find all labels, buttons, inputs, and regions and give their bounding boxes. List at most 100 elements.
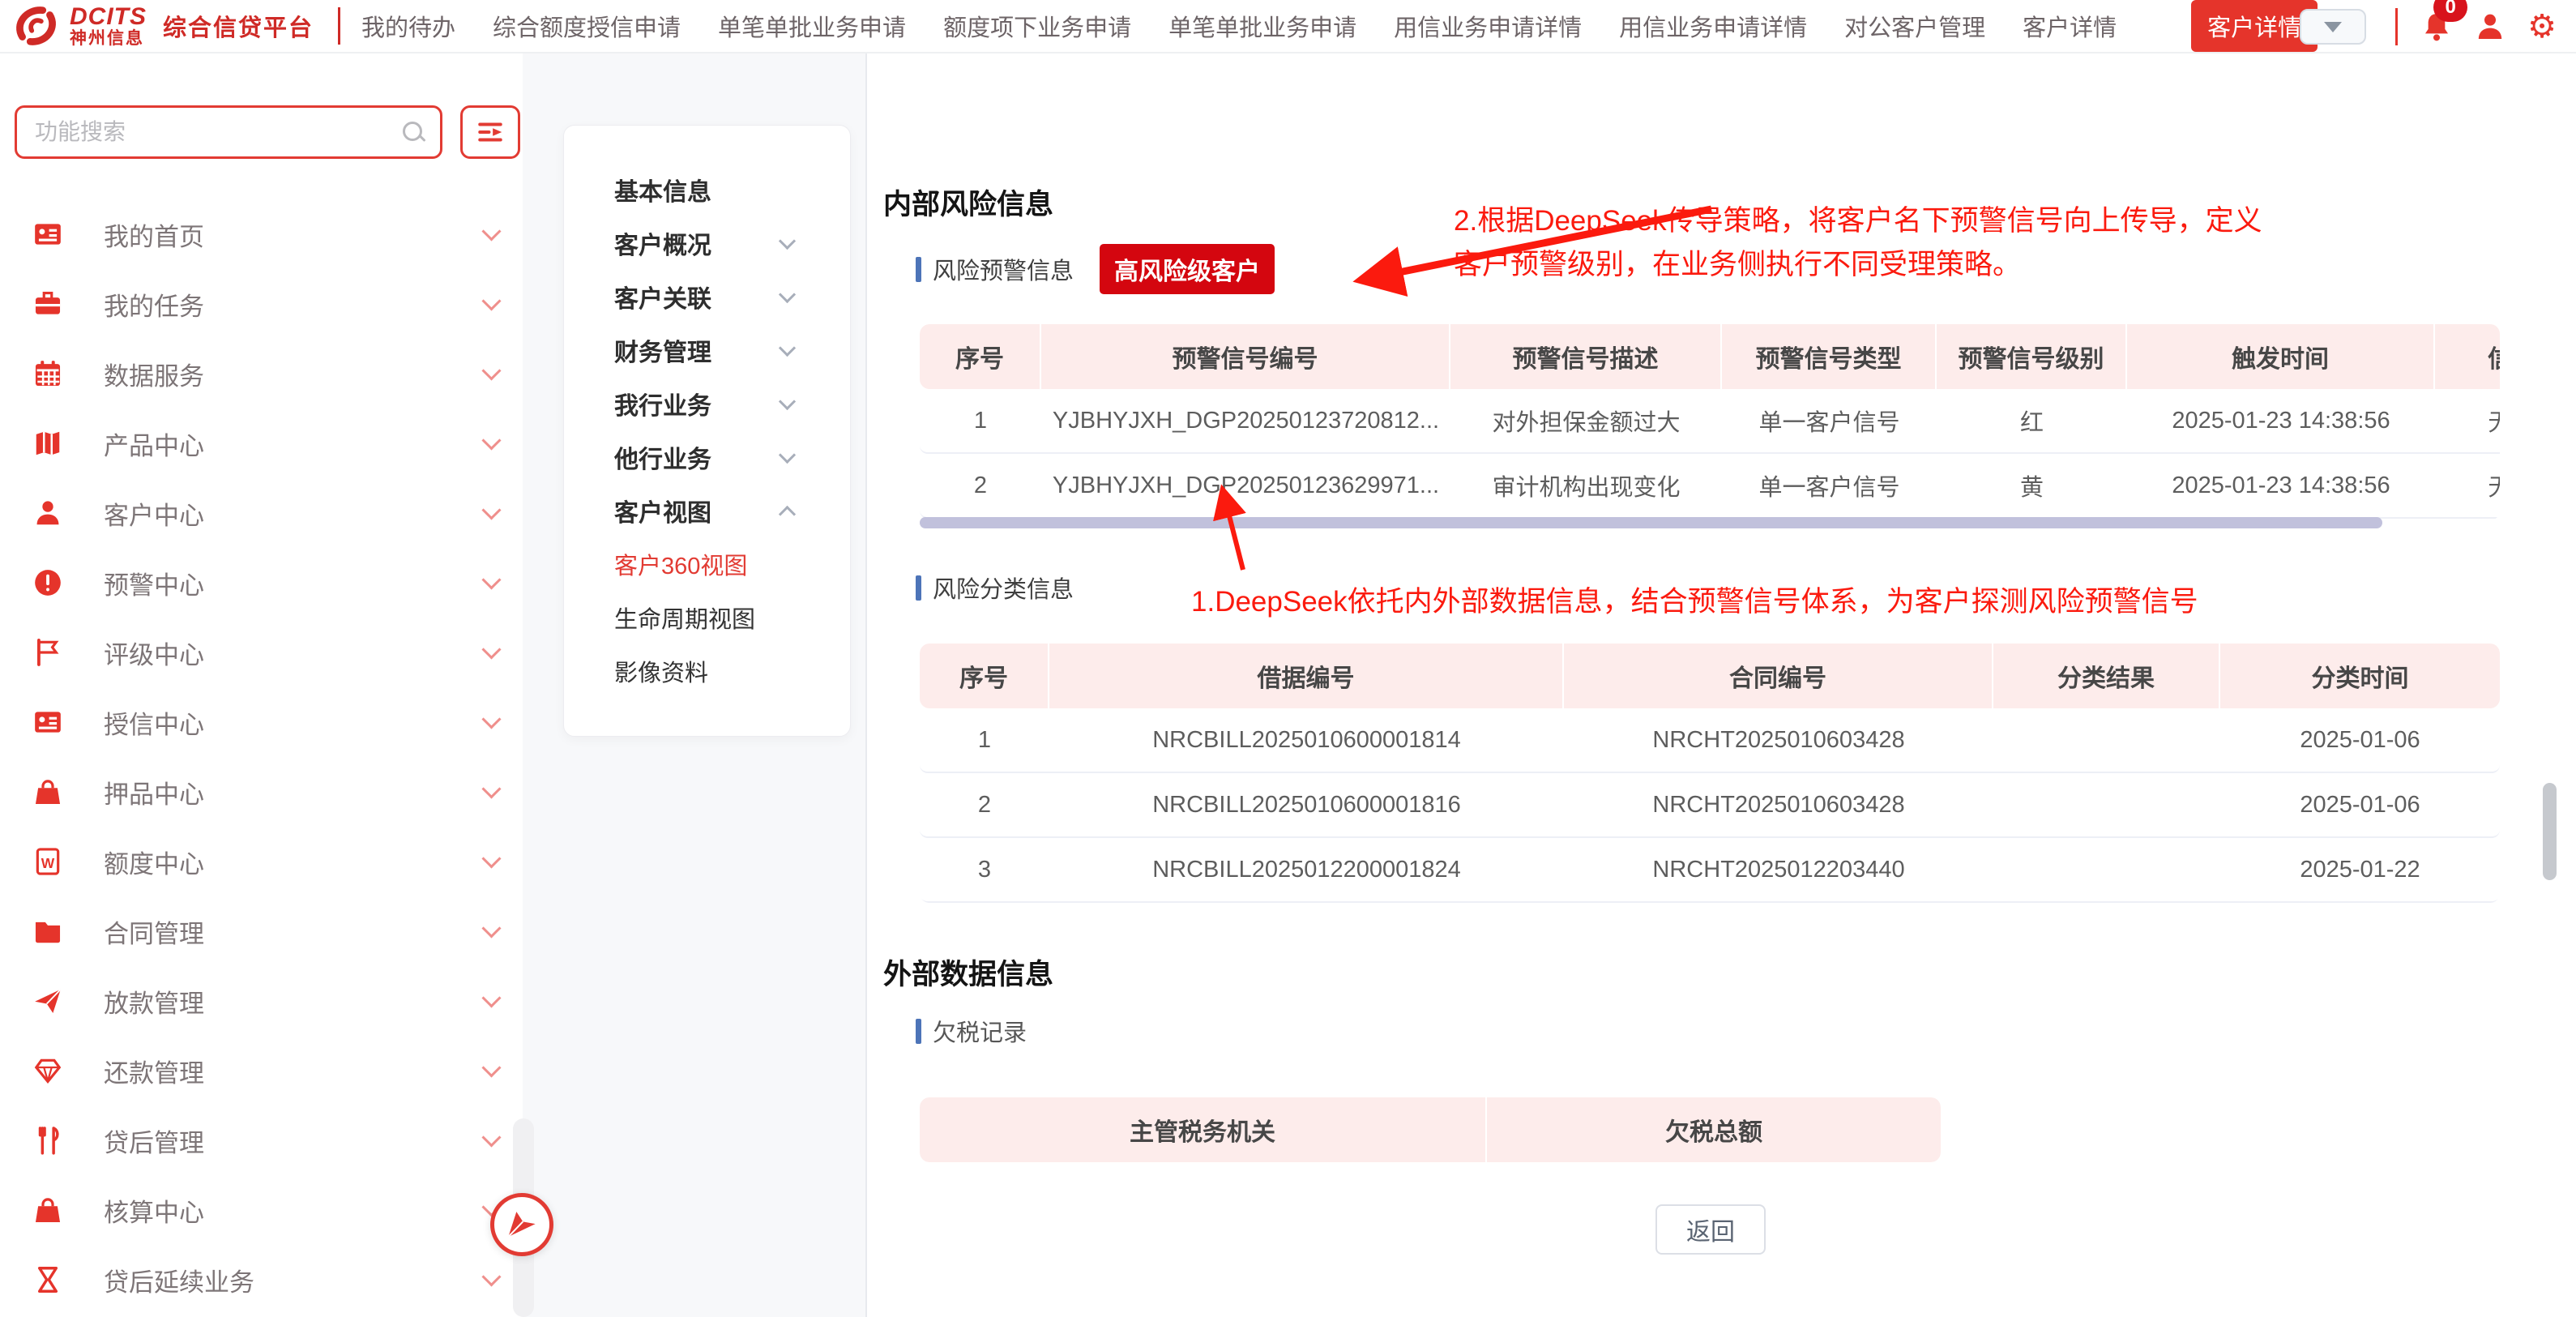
sidebar-item-disbursement-mgmt[interactable]: 放款管理 [0, 966, 523, 1036]
submenu-item-customer-view[interactable]: 客户视图 [614, 484, 850, 537]
sidebar-item-collateral-center[interactable]: 押品中心 [0, 757, 523, 827]
sidebar-item-limit-center[interactable]: 额度中心 [0, 827, 523, 896]
tax-subheader: 欠税记录 [916, 1014, 1027, 1048]
submenu-item-customer-relations[interactable]: 客户关联 [614, 270, 850, 323]
nav-item-single-batch-apply[interactable]: 单笔单批业务申请 [718, 9, 906, 43]
annotation-1: 1.DeepSeek依托内外部数据信息，结合预警信号体系，为客户探测风险预警信号 [1191, 580, 2198, 624]
nav-item-under-limit-apply[interactable]: 额度项下业务申请 [943, 9, 1131, 43]
search-icon [401, 120, 425, 144]
brand-company-cn: 神州信息 [70, 30, 147, 48]
section-title-external-data: 外部数据信息 [883, 951, 1053, 993]
nav-item-credit-use-detail[interactable]: 用信业务申请详情 [1394, 9, 1582, 43]
alert-circle-icon [32, 567, 63, 598]
sidebar-item-credit-center[interactable]: 授信中心 [0, 687, 523, 757]
user-profile-button[interactable] [2474, 11, 2506, 43]
sidebar-item-customer-center[interactable]: 客户中心 [0, 478, 523, 548]
document-w-icon [32, 846, 63, 877]
high-risk-customer-badge: 高风险级客户 [1100, 244, 1275, 294]
chevron-up-icon [779, 505, 796, 522]
chevron-down-icon [481, 500, 501, 520]
chevron-down-icon [481, 988, 501, 1007]
map-icon [32, 428, 63, 459]
section-title-internal-risk: 内部风险信息 [883, 182, 1053, 223]
submenu-item-basic-info[interactable]: 基本信息 [614, 163, 850, 216]
table-row[interactable]: 3 NRCBILL2025012200001824 NRCHT202501220… [920, 838, 2500, 903]
sidebar-item-accounting-center[interactable]: 核算中心 [0, 1175, 523, 1245]
table-row[interactable]: 1 NRCBILL2025010600001814 NRCHT202501060… [920, 708, 2500, 773]
bag-icon [32, 776, 63, 807]
submenu-item-customer-overview[interactable]: 客户概况 [614, 216, 850, 270]
main-content: 内部风险信息 风险预警信息 高风险级客户 2.根据DeepSeek传导策略，将客… [869, 53, 2576, 1317]
chevron-down-icon [779, 339, 796, 356]
hamburger-arrow-icon [475, 117, 506, 148]
main-sidebar: 我的首页 我的任务 数据服务 产品中心 客户中心 预警中心 评级中心 授信中心 … [0, 53, 523, 1317]
table-header-row: 主管税务机关 欠税总额 [920, 1097, 1941, 1162]
sidebar-item-contract-mgmt[interactable]: 合同管理 [0, 896, 523, 966]
notification-badge: 0 [2433, 0, 2467, 22]
calendar-icon [32, 358, 63, 389]
product-title: 综合信贷平台 [163, 9, 314, 43]
nav-item-customer-detail[interactable]: 客户详情 [2023, 9, 2117, 43]
sidebar-item-warning-center[interactable]: 预警中心 [0, 548, 523, 618]
chevron-down-icon [481, 291, 501, 310]
function-search-input[interactable] [35, 119, 401, 145]
tab-customer-detail-active[interactable]: 客户详情 [2191, 0, 2318, 52]
topbar-right-cluster: 0 ⚙ [2300, 0, 2576, 53]
annotation-2: 2.根据DeepSeek传导策略，将客户名下预警信号向上传导，定义 客户预警级别… [1454, 199, 2262, 288]
page-vertical-scrollbar[interactable] [2543, 783, 2557, 880]
chevron-down-icon [481, 1127, 501, 1147]
idcard-icon [32, 219, 63, 250]
table-header-row: 序号 借据编号 合同编号 分类结果 分类时间 [920, 644, 2500, 708]
table-row[interactable]: 1 YJBHYJXH_DGP20250123720812... 对外担保金额过大… [920, 389, 2500, 454]
submenu-item-our-bank-business[interactable]: 我行业务 [614, 377, 850, 430]
submenu-item-lifecycle-view[interactable]: 生命周期视图 [614, 591, 850, 644]
submenu-item-image-materials[interactable]: 影像资料 [614, 644, 850, 698]
settings-gear-button[interactable]: ⚙ [2527, 11, 2557, 43]
nav-item-credit-limit-apply[interactable]: 综合额度授信申请 [493, 9, 681, 43]
table-horizontal-scrollbar[interactable] [920, 517, 2382, 528]
secondary-panel-background: 基本信息 客户概况 客户关联 财务管理 我行业务 他行业务 客户视图 客户360… [523, 53, 867, 1317]
tab-overflow-dropdown-button[interactable] [2300, 9, 2366, 45]
submenu-item-finance-mgmt[interactable]: 财务管理 [614, 323, 850, 377]
sidebar-item-my-home[interactable]: 我的首页 [0, 199, 523, 269]
sidebar-item-my-tasks[interactable]: 我的任务 [0, 269, 523, 339]
section-bar [916, 575, 921, 601]
sidebar-menu: 我的首页 我的任务 数据服务 产品中心 客户中心 预警中心 评级中心 授信中心 … [0, 199, 523, 1315]
nav-item-my-todo[interactable]: 我的待办 [361, 9, 455, 43]
sidebar-item-post-loan-continuation[interactable]: 贷后延续业务 [0, 1245, 523, 1315]
utensils-icon [32, 1125, 63, 1156]
tax-record-title: 欠税记录 [933, 1014, 1027, 1048]
customer-detail-submenu: 基本信息 客户概况 客户关联 财务管理 我行业务 他行业务 客户视图 客户360… [563, 125, 851, 737]
table-row[interactable]: 2 NRCBILL2025010600001816 NRCHT202501060… [920, 773, 2500, 838]
submenu-item-other-bank-business[interactable]: 他行业务 [614, 430, 850, 484]
sidebar-item-product-center[interactable]: 产品中心 [0, 408, 523, 478]
briefcase-icon [32, 289, 63, 319]
table-row[interactable]: 2 YJBHYJXH_DGP20250123629971... 审计机构出现变化… [920, 454, 2500, 519]
menu-toggle-button[interactable] [460, 105, 520, 159]
paper-plane-icon [32, 986, 63, 1016]
risk-class-table: 序号 借据编号 合同编号 分类结果 分类时间 1 NRCBILL20250106… [920, 644, 2500, 903]
back-button[interactable]: 返回 [1655, 1204, 1766, 1255]
function-search-box [15, 105, 442, 159]
hourglass-icon [32, 1264, 63, 1295]
chevron-down-icon [481, 709, 501, 729]
notification-bell-button[interactable]: 0 [2420, 11, 2453, 43]
submenu-item-customer-360-view[interactable]: 客户360视图 [614, 537, 850, 591]
sidebar-item-data-services[interactable]: 数据服务 [0, 339, 523, 408]
nav-item-credit-use-detail-2[interactable]: 用信业务申请详情 [1619, 9, 1807, 43]
chevron-down-icon [481, 1058, 501, 1077]
nav-item-corporate-customer-mgmt[interactable]: 对公客户管理 [1844, 9, 1985, 43]
chevron-down-icon [2324, 22, 2342, 32]
person-icon [32, 498, 63, 528]
sidebar-item-repayment-mgmt[interactable]: 还款管理 [0, 1036, 523, 1105]
nav-item-single-batch-apply-2[interactable]: 单笔单批业务申请 [1168, 9, 1356, 43]
sidebar-item-rating-center[interactable]: 评级中心 [0, 618, 523, 687]
section-bar [916, 257, 921, 282]
chevron-down-icon [779, 285, 796, 302]
chevron-down-icon [481, 918, 501, 938]
sidebar-collapse-button[interactable] [490, 1193, 553, 1256]
chevron-down-icon [779, 232, 796, 249]
chevron-down-icon [481, 361, 501, 380]
sidebar-item-post-loan-mgmt[interactable]: 贷后管理 [0, 1105, 523, 1175]
chevron-down-icon [481, 1267, 501, 1286]
